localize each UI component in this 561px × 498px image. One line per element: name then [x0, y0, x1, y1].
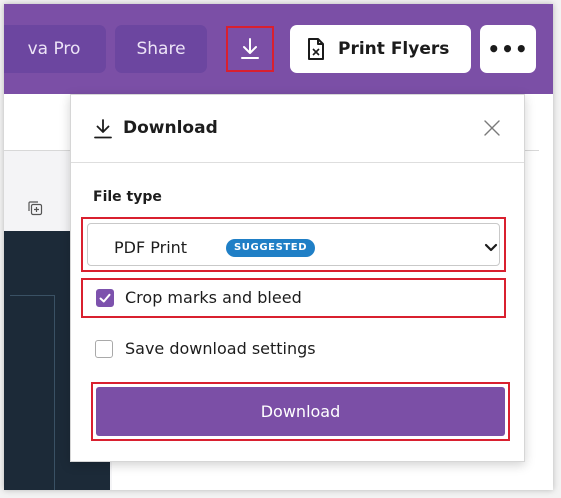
share-button[interactable]: Share: [115, 25, 207, 73]
more-options-button[interactable]: •••: [480, 25, 536, 73]
close-icon[interactable]: [483, 119, 501, 137]
file-type-value: PDF Print: [114, 238, 188, 257]
crop-marks-checkbox[interactable]: [96, 289, 114, 307]
save-settings-label: Save download settings: [125, 339, 316, 358]
panel-header: Download: [71, 95, 524, 163]
checkmark-icon: [99, 293, 111, 303]
canvas-guide: [10, 295, 55, 490]
save-settings-checkbox[interactable]: [95, 340, 113, 358]
download-icon: [241, 38, 259, 59]
top-toolbar: va Pro Share Print Flyers •••: [4, 4, 553, 94]
more-icon: •••: [487, 37, 529, 61]
file-type-label: File type: [93, 189, 162, 205]
download-button[interactable]: Download: [96, 387, 505, 436]
right-edge: [539, 94, 553, 490]
file-type-highlight: PDF Print SUGGESTED: [81, 217, 506, 272]
print-flyers-label: Print Flyers: [338, 39, 450, 59]
canva-pro-button[interactable]: va Pro: [4, 25, 106, 73]
download-toolbar-button[interactable]: [226, 26, 274, 72]
download-button-label: Download: [260, 402, 341, 421]
file-type-select[interactable]: PDF Print SUGGESTED: [87, 223, 500, 266]
print-flyers-button[interactable]: Print Flyers: [290, 25, 471, 73]
app-window: va Pro Share Print Flyers ••• Download F…: [4, 4, 553, 490]
download-icon: [94, 119, 112, 139]
crop-marks-label: Crop marks and bleed: [125, 288, 302, 307]
panel-title: Download: [123, 118, 218, 138]
share-label: Share: [136, 39, 186, 59]
chevron-down-icon: [484, 243, 498, 252]
crop-marks-option[interactable]: Crop marks and bleed: [81, 278, 506, 318]
download-panel: Download File type PDF Print SUGGESTED C…: [70, 94, 525, 462]
download-button-highlight: Download: [91, 382, 510, 441]
canva-pro-label: va Pro: [27, 39, 81, 59]
suggested-badge: SUGGESTED: [226, 239, 316, 257]
duplicate-page-icon[interactable]: [27, 200, 43, 216]
print-icon: [308, 38, 324, 60]
